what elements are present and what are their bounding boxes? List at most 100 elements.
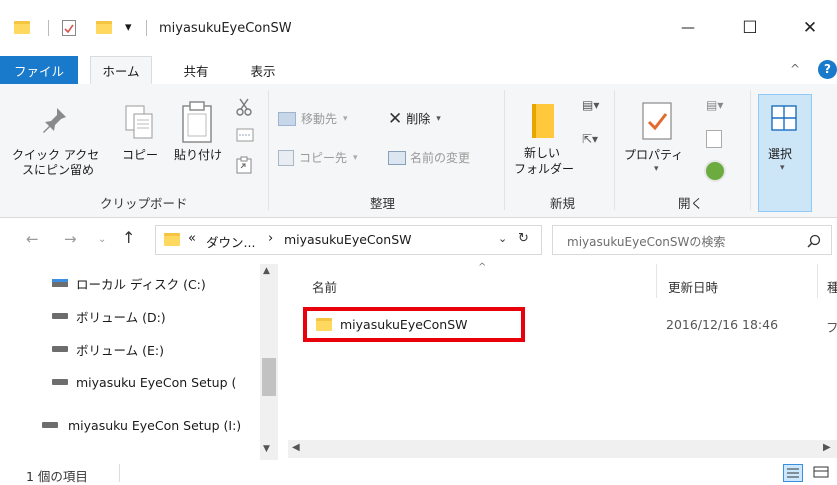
pin-quick-access-button[interactable]: クイック アクセ スにピン留め xyxy=(6,96,102,192)
cut-icon[interactable] xyxy=(236,98,252,116)
paste-icon xyxy=(182,101,212,143)
paste-shortcut-icon[interactable] xyxy=(236,156,252,174)
address-folder-icon xyxy=(164,233,180,246)
copy-label: コピー xyxy=(122,148,159,162)
close-button[interactable]: ✕ xyxy=(790,10,830,46)
nav-item-volume-d[interactable]: ボリューム (D:) xyxy=(52,305,166,327)
up-button[interactable]: ↑ xyxy=(122,228,135,247)
status-bar xyxy=(0,462,837,484)
breadcrumb-parent[interactable]: ダウン... xyxy=(206,232,255,251)
nav-scrollbar[interactable]: ▲ ▼ xyxy=(260,264,278,460)
move-to-icon xyxy=(278,112,296,126)
select-dropdown-icon: ▾ xyxy=(780,163,785,173)
tab-share[interactable]: 共有 xyxy=(176,56,216,84)
pin-icon xyxy=(43,108,66,133)
ribbon-collapse-icon[interactable]: ^ xyxy=(790,62,800,76)
column-header-name[interactable]: 名前 xyxy=(312,277,337,296)
details-view-button[interactable] xyxy=(783,464,803,482)
nav-item-label: ローカル ディスク (C:) xyxy=(76,276,206,292)
item-count: 1 個の項目 xyxy=(26,469,88,484)
breadcrumb-separator[interactable]: › xyxy=(268,231,273,246)
rename-button[interactable]: 名前の変更 xyxy=(388,147,470,169)
paste-button[interactable]: 貼り付け xyxy=(170,96,228,186)
delete-button[interactable]: ✕ 削除 ▾ xyxy=(388,108,441,130)
maximize-button[interactable]: ☐ xyxy=(730,10,770,46)
group-separator xyxy=(750,90,751,210)
move-to-button[interactable]: 移動先 ▾ xyxy=(278,108,348,130)
delete-dropdown-icon: ▾ xyxy=(436,114,441,124)
group-separator xyxy=(504,90,505,210)
delete-icon: ✕ xyxy=(388,109,403,129)
tab-view[interactable]: 表示 xyxy=(243,56,283,84)
row-type: フ xyxy=(826,320,837,335)
scroll-down-icon[interactable]: ▼ xyxy=(263,444,270,454)
select-button[interactable]: 選択 ▾ xyxy=(758,94,812,212)
minimize-icon: — xyxy=(681,20,695,36)
file-list-hscrollbar[interactable]: ◀ ▶ xyxy=(288,440,837,458)
scroll-thumb[interactable] xyxy=(262,358,276,396)
open-icon[interactable]: ▤▾ xyxy=(706,98,723,112)
nav-item-label: ボリューム (D:) xyxy=(76,309,166,325)
nav-item-local-disk-c[interactable]: ローカル ディスク (C:) xyxy=(52,272,206,294)
search-icon[interactable] xyxy=(807,234,821,248)
copy-to-button[interactable]: コピー先 ▾ xyxy=(278,147,358,169)
copy-to-dropdown-icon: ▾ xyxy=(353,153,358,163)
nav-item-eyecon-setup-i[interactable]: miyasuku EyeCon Setup (I:) xyxy=(42,414,241,436)
large-icons-view-icon xyxy=(813,466,829,478)
drive-icon xyxy=(52,379,68,385)
new-item-icon[interactable]: ▤▾ xyxy=(582,98,599,112)
select-label: 選択 xyxy=(768,147,793,161)
search-box[interactable]: miyasukuEyeConSWの検索 xyxy=(552,225,832,255)
large-icons-view-button[interactable] xyxy=(812,464,832,482)
group-separator xyxy=(614,90,615,210)
edit-icon[interactable] xyxy=(706,130,722,148)
column-header-type[interactable]: 種 xyxy=(827,277,837,296)
window-folder-icon xyxy=(14,21,30,37)
breadcrumb-current[interactable]: miyasukuEyeConSW xyxy=(284,232,412,247)
qa-newfolder-icon[interactable] xyxy=(96,21,112,37)
nav-item-label: miyasuku EyeCon Setup (I:) xyxy=(68,417,242,433)
select-all-icon xyxy=(771,105,797,131)
help-icon[interactable]: ? xyxy=(818,60,837,79)
window-title: miyasukuEyeConSW xyxy=(159,21,292,36)
qa-dropdown-icon[interactable]: ▾ xyxy=(125,20,132,35)
scroll-right-icon[interactable]: ▶ xyxy=(823,442,831,453)
tab-home[interactable]: ホーム xyxy=(90,56,152,84)
recent-locations-icon[interactable]: ⌄ xyxy=(98,234,106,245)
address-bar[interactable]: « ダウン... › miyasukuEyeConSW ⌄ ↻ xyxy=(155,225,542,255)
copy-to-label: コピー先 xyxy=(299,150,348,165)
close-icon: ✕ xyxy=(802,18,818,38)
row-folder-icon xyxy=(316,318,332,331)
column-header-date[interactable]: 更新日時 xyxy=(668,277,718,296)
table-row[interactable]: miyasukuEyeConSW 2016/12/16 18:46 フ xyxy=(298,307,837,342)
address-dropdown-icon[interactable]: ⌄ xyxy=(498,232,507,245)
scroll-left-icon[interactable]: ◀ xyxy=(292,442,300,453)
properties-button[interactable]: プロパティ ▾ xyxy=(624,96,694,186)
new-folder-label-1: 新しい xyxy=(524,146,561,160)
copy-path-icon[interactable] xyxy=(236,128,254,142)
search-placeholder: miyasukuEyeConSWの検索 xyxy=(567,235,726,249)
back-button[interactable]: ← xyxy=(26,230,39,248)
qa-properties-icon[interactable] xyxy=(62,20,76,36)
minimize-button[interactable]: — xyxy=(668,10,708,46)
easy-access-icon[interactable]: ⇱▾ xyxy=(582,132,598,146)
new-folder-button[interactable]: 新しい フォルダー xyxy=(512,96,574,186)
nav-item-volume-e[interactable]: ボリューム (E:) xyxy=(52,338,164,360)
scroll-up-icon[interactable]: ▲ xyxy=(263,266,270,276)
copy-button[interactable]: コピー xyxy=(118,96,164,186)
refresh-icon[interactable]: ↻ xyxy=(518,231,529,246)
history-icon[interactable] xyxy=(704,160,726,182)
forward-button[interactable]: → xyxy=(64,230,77,248)
pin-label-2: スにピン留め xyxy=(22,163,95,177)
nav-item-eyecon-setup[interactable]: miyasuku EyeCon Setup ( xyxy=(52,371,236,393)
properties-icon xyxy=(642,102,672,140)
tab-file[interactable]: ファイル xyxy=(0,56,78,84)
details-view-icon xyxy=(787,468,799,478)
maximize-icon: ☐ xyxy=(742,18,758,38)
delete-label: 削除 xyxy=(406,111,431,126)
address-overflow[interactable]: « xyxy=(188,231,196,246)
new-group-label: 新規 xyxy=(550,196,576,211)
row-date: 2016/12/16 18:46 xyxy=(666,317,779,332)
open-group-label: 開く xyxy=(678,196,704,211)
organize-group-label: 整理 xyxy=(370,196,396,211)
